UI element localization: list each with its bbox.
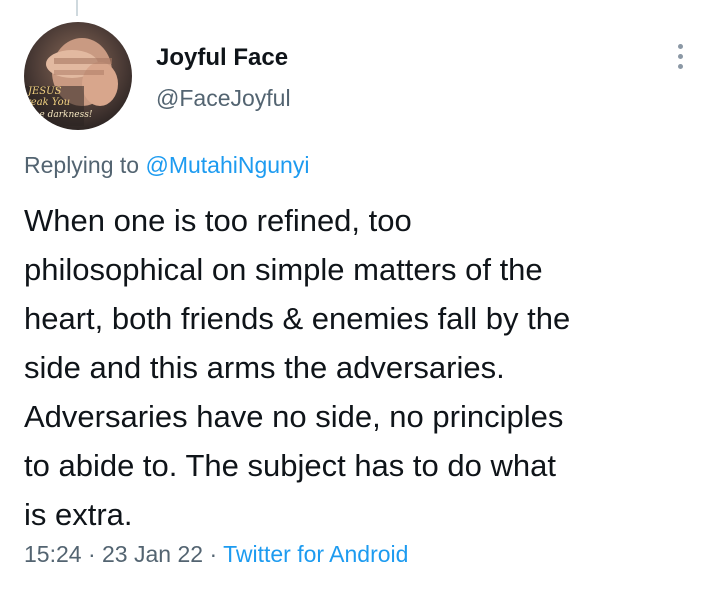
svg-text:the darkness!: the darkness! — [30, 110, 93, 120]
tweet-text: When one is too refined, too philosophic… — [24, 203, 571, 532]
replying-to-mention[interactable]: @MutahiNgunyi — [145, 152, 309, 178]
tweet-source-link[interactable]: Twitter for Android — [223, 541, 408, 567]
thread-connector-line — [76, 0, 78, 16]
replying-to-line: Replying to @MutahiNgunyi — [24, 152, 309, 179]
more-dot — [677, 53, 683, 59]
replying-to-label: Replying to — [24, 152, 140, 178]
tweet-date[interactable]: 23 Jan 22 — [102, 541, 203, 567]
svg-text:reak You: reak You — [26, 97, 70, 108]
tweet-metadata: 15:24 · 23 Jan 22 · Twitter for Android — [24, 541, 408, 568]
avatar[interactable]: JESUS reak You the darkness! — [24, 22, 132, 130]
author-handle[interactable]: @FaceJoyful — [156, 85, 291, 112]
author-display-name[interactable]: Joyful Face — [156, 44, 288, 72]
more-dot — [677, 63, 683, 69]
meta-separator: · — [209, 541, 218, 567]
avatar-image: JESUS reak You the darkness! — [24, 22, 132, 130]
meta-separator: · — [87, 541, 96, 567]
tweet-time[interactable]: 15:24 — [24, 541, 82, 567]
more-vertical-icon[interactable] — [664, 38, 696, 74]
more-dot — [677, 43, 683, 49]
svg-text:JESUS: JESUS — [26, 86, 62, 97]
